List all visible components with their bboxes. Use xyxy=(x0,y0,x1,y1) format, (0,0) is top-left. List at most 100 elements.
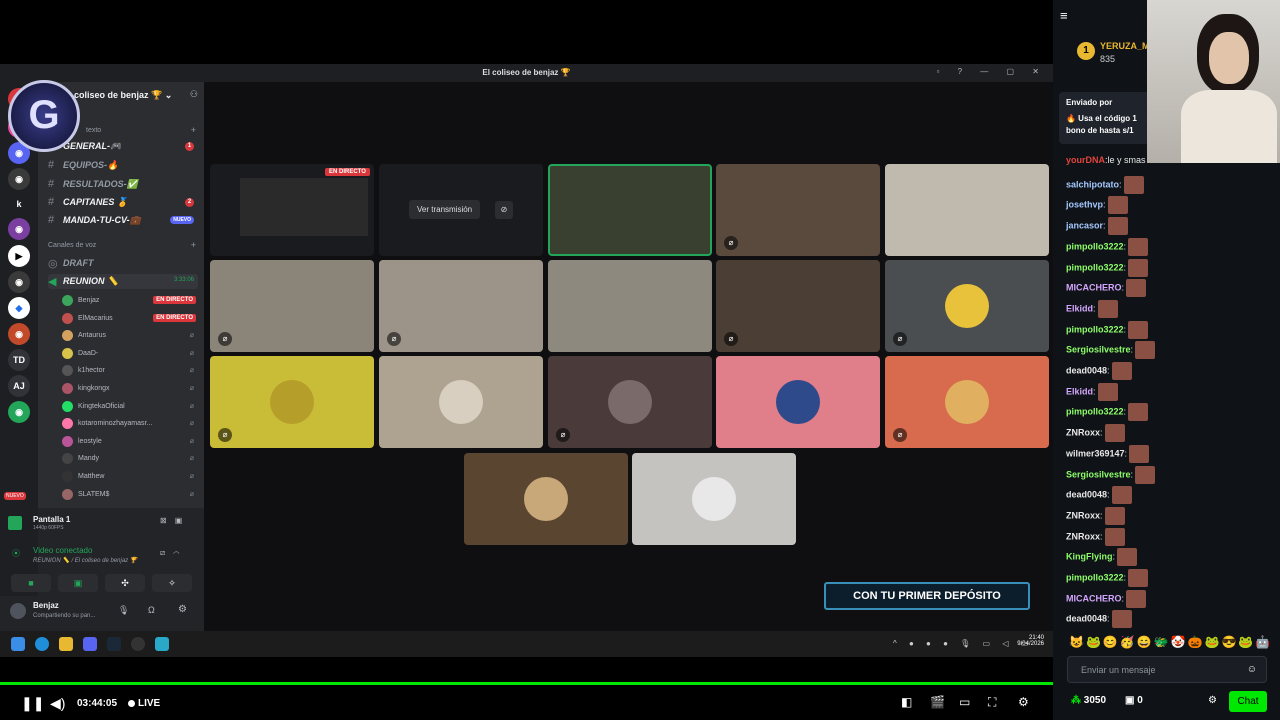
category-text[interactable]: texto xyxy=(86,127,101,134)
chat-message[interactable]: dead0048: xyxy=(1066,486,1132,505)
chat-message[interactable]: KingFlying: xyxy=(1066,548,1138,567)
popout-icon[interactable]: ⊘ xyxy=(495,201,513,219)
chat-message[interactable]: pimpollo3222: xyxy=(1066,237,1149,256)
video-tile[interactable] xyxy=(885,164,1049,256)
chat-username[interactable]: Sergiosilvestre xyxy=(1066,469,1131,479)
channel-resultados[interactable]: # RESULTADOS-✅ xyxy=(48,177,198,192)
folder-icon[interactable] xyxy=(59,637,73,651)
chat-username[interactable]: yourDNA xyxy=(1066,155,1105,165)
server-td[interactable]: TD xyxy=(8,349,30,371)
chat-message[interactable]: Elkidd: xyxy=(1066,382,1118,401)
chat-username[interactable]: jancasor xyxy=(1066,220,1103,230)
mic-icon[interactable]: 🎙 xyxy=(118,605,129,616)
chat-username[interactable]: wilmer369147 xyxy=(1066,448,1125,458)
server-icon[interactable]: k xyxy=(8,193,30,215)
chat-username[interactable]: Elkidd xyxy=(1066,386,1093,396)
fullscreen-icon[interactable]: ⛶ xyxy=(988,695,996,710)
chat-message[interactable]: pimpollo3222: xyxy=(1066,320,1149,339)
chat-message[interactable]: yourDNA:le y smas xyxy=(1066,155,1146,165)
voice-channel-reunion[interactable]: ◀ REUNION 📏 3:33:06 xyxy=(48,274,198,289)
steam-icon[interactable] xyxy=(107,637,121,651)
chat-message[interactable]: Sergiosilvestre: xyxy=(1066,465,1156,484)
chat-username[interactable]: josethvp xyxy=(1066,200,1103,210)
chat-message[interactable]: Sergiosilvestre: xyxy=(1066,341,1156,360)
discord-icon[interactable] xyxy=(83,637,97,651)
voice-user[interactable]: ElMacarius EN DIRECTO xyxy=(62,311,198,326)
chat-username[interactable]: pimpollo3222 xyxy=(1066,262,1124,272)
obs-icon[interactable] xyxy=(131,637,145,651)
avatar[interactable] xyxy=(10,603,26,619)
chat-settings-icon[interactable]: ⚙ xyxy=(1208,695,1217,706)
windows-start-icon[interactable] xyxy=(11,637,25,651)
progress-bar[interactable] xyxy=(0,682,1053,685)
server-icon[interactable]: ◉ xyxy=(8,271,30,293)
camera-button[interactable]: ■ xyxy=(11,574,51,592)
add-channel-icon[interactable]: + xyxy=(191,125,196,135)
clock[interactable]: 21:40 9/04/2026 xyxy=(1012,635,1044,647)
chat-username[interactable]: KingFlying xyxy=(1066,552,1113,562)
voice-user[interactable]: KingtekaOficial ⌀ xyxy=(62,399,198,414)
channel-general[interactable]: # GENERAL-🎮 1 xyxy=(48,139,198,154)
chat-message[interactable]: ZNRoxx: xyxy=(1066,424,1125,443)
server-icon[interactable]: ◉ xyxy=(8,401,30,423)
avatar-tile[interactable]: ⌀ xyxy=(210,356,374,448)
chat-username[interactable]: ZNRoxx xyxy=(1066,531,1100,541)
voice-channel-draft[interactable]: ◎ DRAFT xyxy=(48,256,198,271)
channel-equipos[interactable]: # EQUIPOS-🔥 xyxy=(48,158,198,173)
chat-message[interactable]: pimpollo3222: xyxy=(1066,569,1149,587)
stream-tile-hidden[interactable]: Ver transmisión ⊘ xyxy=(379,164,543,256)
watch-stream-button[interactable]: Ver transmisión xyxy=(409,200,481,219)
voice-status-controls[interactable]: ⧄⌒ xyxy=(160,548,187,558)
screen-share-button[interactable]: ▣ xyxy=(58,574,98,592)
chat-message[interactable]: wilmer369147: xyxy=(1066,444,1150,463)
chat-username[interactable]: Sergiosilvestre xyxy=(1066,345,1131,355)
chat-message[interactable]: dead0048: xyxy=(1066,610,1132,629)
gear-icon[interactable]: ⚙ xyxy=(178,604,187,615)
pinned-message[interactable]: Enviado por 🔥 Usa el código 1 bono de ha… xyxy=(1059,92,1149,144)
category-voice[interactable]: Canales de voz xyxy=(48,242,96,249)
video-tile[interactable]: ⌀ xyxy=(716,164,880,256)
voice-user[interactable]: DaaD- ⌀ xyxy=(62,346,198,361)
avatar-tile[interactable] xyxy=(464,453,628,545)
chat-message[interactable]: ZNRoxx: xyxy=(1066,527,1125,546)
voice-user[interactable]: Antaurus ⌀ xyxy=(62,328,198,343)
chat-message[interactable]: dead0048: xyxy=(1066,362,1132,380)
add-channel-icon[interactable]: + xyxy=(191,240,196,250)
chat-message[interactable]: josethvp: xyxy=(1066,196,1128,215)
chat-username[interactable]: pimpollo3222 xyxy=(1066,324,1124,334)
points-balance[interactable]: ⁂ 3050 xyxy=(1071,695,1106,706)
chat-message[interactable]: salchipotato: xyxy=(1066,175,1144,194)
live-label[interactable]: LIVE xyxy=(138,698,160,709)
avatar-tile[interactable] xyxy=(716,356,880,448)
chat-username[interactable]: pimpollo3222 xyxy=(1066,241,1124,251)
screen-share-controls[interactable]: ⊠▣ xyxy=(160,516,190,525)
chat-username[interactable]: ZNRoxx xyxy=(1066,427,1100,437)
channel-capitanes[interactable]: # CAPITANES 🏅 2 xyxy=(48,195,198,210)
chat-input[interactable]: Enviar un mensaje ☺ xyxy=(1067,656,1267,683)
video-tile[interactable] xyxy=(548,260,712,352)
edge-icon[interactable] xyxy=(35,637,49,651)
avatar-tile[interactable]: ⌀ xyxy=(885,260,1049,352)
channel-manda-tu-cv[interactable]: # MANDA-TU-CV-💼 NUEVO xyxy=(48,213,198,228)
server-icon[interactable]: ◉ xyxy=(8,168,30,190)
server-icon[interactable]: ◉ xyxy=(8,323,30,345)
window-controls[interactable]: ▫ ? — ▢ ✕ xyxy=(937,67,1047,76)
chat-message[interactable]: ZNRoxx: xyxy=(1066,506,1125,525)
avatar-tile[interactable] xyxy=(379,356,543,448)
voice-user[interactable]: Benjaz EN DIRECTO xyxy=(62,293,198,308)
chat-message[interactable]: MICACHERO: xyxy=(1066,589,1147,608)
chat-message[interactable]: Elkidd: xyxy=(1066,299,1118,318)
stream-tile-benjaz[interactable]: EN DIRECTO xyxy=(210,164,374,256)
chat-send-button[interactable]: Chat xyxy=(1229,691,1267,712)
video-tile[interactable]: ⌀ xyxy=(379,260,543,352)
chat-username[interactable]: MICACHERO xyxy=(1066,593,1122,603)
chat-message[interactable]: jancasor: xyxy=(1066,217,1128,236)
server-aj[interactable]: AJ xyxy=(8,375,30,397)
voice-user[interactable]: leostyle ⌀ xyxy=(62,434,198,449)
voice-user[interactable]: kingkongx ⌀ xyxy=(62,381,198,396)
soundboard-button[interactable]: ✧ xyxy=(152,574,192,592)
add-user-icon[interactable]: ⚇ xyxy=(190,89,198,100)
settings-gear-icon[interactable]: ⚙ xyxy=(1018,695,1029,709)
chat-username[interactable]: pimpollo3222 xyxy=(1066,572,1124,582)
avatar-tile[interactable] xyxy=(632,453,796,545)
